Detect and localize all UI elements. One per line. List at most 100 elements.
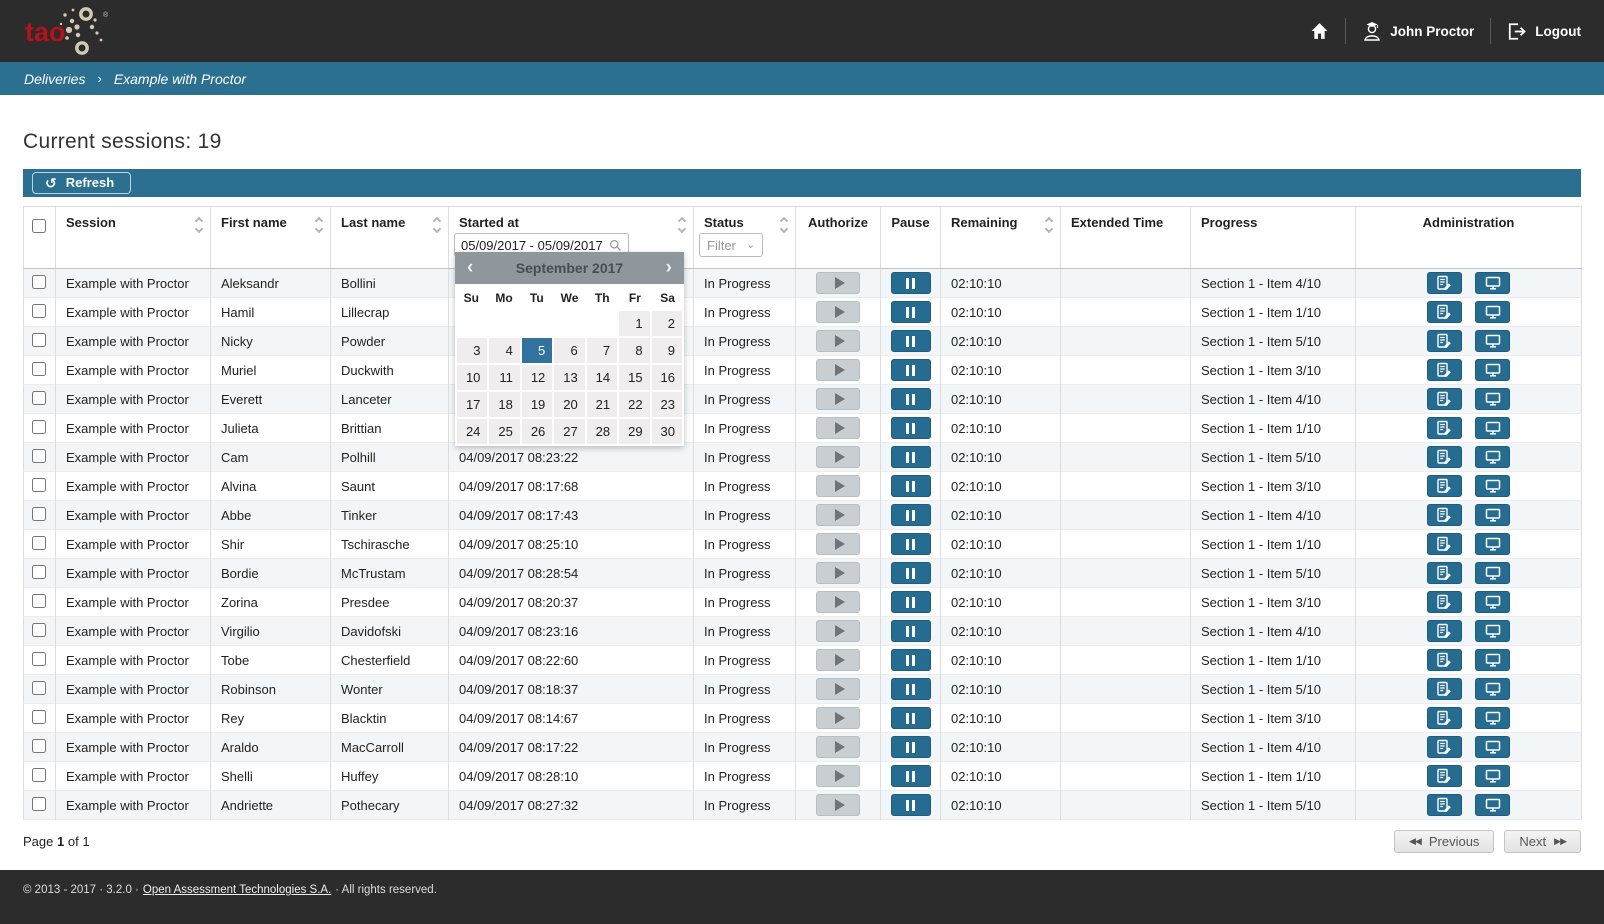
calendar-day[interactable]: 21 [587,392,617,417]
calendar-day[interactable]: 8 [619,338,649,363]
pause-button[interactable] [891,765,931,787]
calendar-day[interactable]: 3 [457,338,487,363]
authorize-button[interactable] [816,736,860,758]
calendar-day[interactable]: 30 [652,419,682,444]
select-all-checkbox[interactable] [32,219,46,233]
pause-button[interactable] [891,272,931,294]
authorize-button[interactable] [816,359,860,381]
sort-icon[interactable] [195,218,203,232]
calendar-day[interactable]: 17 [457,392,487,417]
sort-icon[interactable] [780,218,788,232]
pause-button[interactable] [891,649,931,671]
sort-icon[interactable] [678,218,686,232]
user-menu[interactable]: John Proctor [1362,20,1474,42]
calendar-day[interactable]: 11 [489,365,519,390]
session-report-button[interactable] [1427,504,1462,526]
calendar-day[interactable]: 23 [652,392,682,417]
pause-button[interactable] [891,620,931,642]
pause-button[interactable] [891,736,931,758]
row-checkbox[interactable] [32,681,46,695]
calendar-day[interactable]: 13 [554,365,584,390]
authorize-button[interactable] [816,533,860,555]
calendar-day[interactable]: 26 [522,419,552,444]
authorize-button[interactable] [816,562,860,584]
session-report-button[interactable] [1427,620,1462,642]
status-filter-select[interactable]: Filter ⌄ [699,233,763,257]
calendar-day[interactable]: 15 [619,365,649,390]
column-header-remaining[interactable]: Remaining [941,207,1061,269]
logout-button[interactable]: Logout [1507,22,1581,41]
pause-button[interactable] [891,504,931,526]
session-report-button[interactable] [1427,533,1462,555]
session-monitor-button[interactable] [1475,707,1510,729]
session-monitor-button[interactable] [1475,504,1510,526]
calendar-day[interactable]: 19 [522,392,552,417]
authorize-button[interactable] [816,620,860,642]
session-monitor-button[interactable] [1475,591,1510,613]
breadcrumb-section[interactable]: Deliveries [24,71,85,87]
sort-icon[interactable] [1045,218,1053,232]
calendar-day[interactable]: 14 [587,365,617,390]
session-report-button[interactable] [1427,272,1462,294]
session-report-button[interactable] [1427,475,1462,497]
session-report-button[interactable] [1427,649,1462,671]
row-checkbox[interactable] [32,478,46,492]
home-button[interactable] [1310,22,1329,40]
authorize-button[interactable] [816,388,860,410]
tao-logo[interactable]: ® tao [23,5,111,57]
pause-button[interactable] [891,707,931,729]
session-monitor-button[interactable] [1475,533,1510,555]
authorize-button[interactable] [816,707,860,729]
calendar-day[interactable]: 16 [652,365,682,390]
pause-button[interactable] [891,446,931,468]
pause-button[interactable] [891,562,931,584]
session-monitor-button[interactable] [1475,446,1510,468]
calendar-next-button[interactable]: › [656,254,682,282]
pause-button[interactable] [891,330,931,352]
session-report-button[interactable] [1427,765,1462,787]
session-report-button[interactable] [1427,678,1462,700]
authorize-button[interactable] [816,649,860,671]
authorize-button[interactable] [816,504,860,526]
authorize-button[interactable] [816,475,860,497]
authorize-button[interactable] [816,272,860,294]
row-checkbox[interactable] [32,623,46,637]
session-report-button[interactable] [1427,446,1462,468]
calendar-day[interactable]: 7 [587,338,617,363]
session-monitor-button[interactable] [1475,330,1510,352]
calendar-day[interactable]: 9 [652,338,682,363]
pause-button[interactable] [891,591,931,613]
authorize-button[interactable] [816,301,860,323]
pause-button[interactable] [891,678,931,700]
calendar-day[interactable]: 20 [554,392,584,417]
sort-icon[interactable] [315,218,323,232]
session-report-button[interactable] [1427,707,1462,729]
session-monitor-button[interactable] [1475,388,1510,410]
calendar-day[interactable]: 28 [587,419,617,444]
calendar-day[interactable]: 22 [619,392,649,417]
session-monitor-button[interactable] [1475,736,1510,758]
calendar-day[interactable]: 10 [457,365,487,390]
pause-button[interactable] [891,794,931,816]
row-checkbox[interactable] [32,304,46,318]
column-header-first-name[interactable]: First name [211,207,331,269]
calendar-day[interactable]: 29 [619,419,649,444]
authorize-button[interactable] [816,446,860,468]
row-checkbox[interactable] [32,275,46,289]
session-monitor-button[interactable] [1475,301,1510,323]
session-monitor-button[interactable] [1475,417,1510,439]
row-checkbox[interactable] [32,768,46,782]
row-checkbox[interactable] [32,391,46,405]
session-report-button[interactable] [1427,301,1462,323]
row-checkbox[interactable] [32,594,46,608]
refresh-button[interactable]: ↺ Refresh [32,172,131,194]
footer-link[interactable]: Open Assessment Technologies S.A. [143,884,331,896]
authorize-button[interactable] [816,591,860,613]
session-report-button[interactable] [1427,359,1462,381]
column-header-status[interactable]: Status Filter ⌄ [694,207,796,269]
session-monitor-button[interactable] [1475,765,1510,787]
row-checkbox[interactable] [32,362,46,376]
pause-button[interactable] [891,417,931,439]
authorize-button[interactable] [816,417,860,439]
session-report-button[interactable] [1427,562,1462,584]
